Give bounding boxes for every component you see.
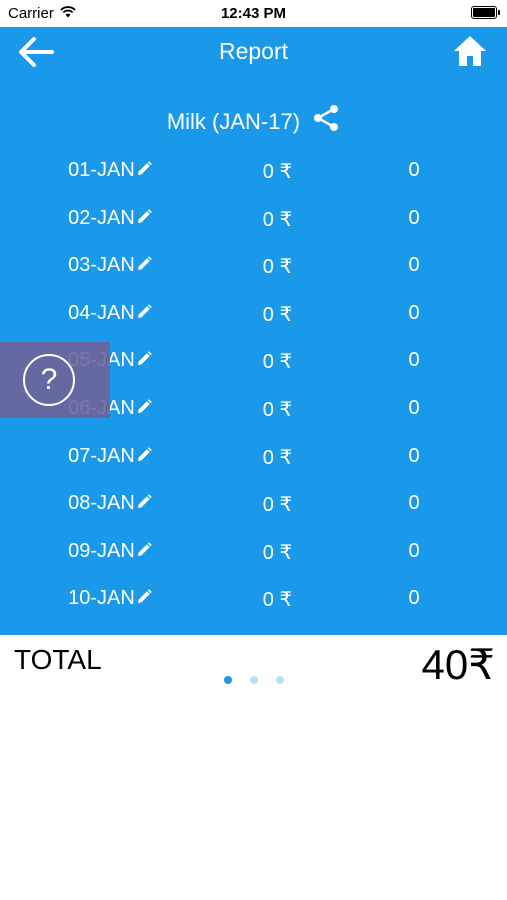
row-quantity: 0 — [408, 587, 420, 610]
row-date: 07-JAN — [68, 444, 135, 467]
edit-pencil-icon[interactable] — [136, 588, 152, 611]
report-heading: Milk (JAN-17) — [166, 109, 301, 134]
row-quantity: 0 — [408, 349, 420, 372]
total-label: TOTAL — [14, 644, 102, 675]
row-date-cell: 01-JAN — [0, 159, 220, 183]
row-date-cell: 10-JAN — [0, 587, 220, 611]
row-amount: 0 ₹ — [262, 589, 293, 612]
battery-icon — [471, 6, 500, 19]
row-quantity: 0 — [408, 539, 420, 562]
row-date: 01-JAN — [68, 159, 135, 181]
row-amount: 0 ₹ — [262, 256, 293, 279]
home-icon[interactable] — [453, 34, 487, 68]
row-quantity: 0 — [408, 444, 420, 467]
report-heading-row: Milk (JAN-17) — [0, 104, 507, 138]
share-icon[interactable] — [312, 104, 340, 138]
table-row: 03-JAN 0 ₹ 0 — [0, 242, 507, 290]
page-title: Report — [218, 38, 289, 64]
row-amount: 0 ₹ — [262, 303, 293, 326]
help-icon: ? — [23, 354, 75, 406]
table-row: 02-JAN 0 ₹ 0 — [0, 195, 507, 243]
row-date-cell: 08-JAN — [0, 492, 220, 516]
table-row: 04-JAN 0 ₹ 0 — [0, 290, 507, 338]
row-quantity: 0 — [408, 492, 420, 515]
page-dot[interactable] — [276, 676, 284, 684]
row-date-cell: 04-JAN — [0, 302, 220, 326]
table-row: 09-JAN 0 ₹ 0 — [0, 528, 507, 576]
row-amount: 0 ₹ — [262, 541, 293, 564]
edit-pencil-icon[interactable] — [136, 398, 152, 421]
row-quantity: 0 — [408, 396, 420, 419]
row-amount: 0 ₹ — [262, 161, 293, 183]
navigation-bar: Report — [0, 27, 507, 77]
edit-pencil-icon[interactable] — [136, 541, 152, 564]
row-quantity: 0 — [408, 301, 420, 324]
table-row: 10-JAN 0 ₹ 0 — [0, 575, 507, 623]
status-bar: Carrier 12:43 PM — [0, 0, 507, 27]
edit-pencil-icon[interactable] — [136, 160, 152, 183]
report-panel: Report Milk (JAN-17) 01-JAN 0 ₹ 0 02-JAN 0 ₹… — [0, 27, 507, 635]
table-row: 01-JAN 0 ₹ 0 — [0, 147, 507, 195]
edit-pencil-icon[interactable] — [136, 446, 152, 469]
row-quantity: 0 — [408, 254, 420, 277]
row-date: 09-JAN — [68, 539, 135, 562]
row-date: 08-JAN — [68, 492, 135, 515]
row-date: 03-JAN — [68, 254, 135, 277]
table-row: 07-JAN 0 ₹ 0 — [0, 433, 507, 481]
table-row: 08-JAN 0 ₹ 0 — [0, 480, 507, 528]
edit-pencil-icon[interactable] — [136, 350, 152, 373]
row-quantity: 0 — [408, 159, 420, 181]
page-indicator — [0, 676, 507, 686]
row-amount: 0 ₹ — [262, 208, 293, 231]
row-quantity: 0 — [408, 206, 420, 229]
row-date-cell: 03-JAN — [0, 254, 220, 278]
status-time: 12:43 PM — [220, 5, 287, 22]
row-date-cell: 07-JAN — [0, 445, 220, 469]
row-date: 02-JAN — [68, 206, 135, 229]
edit-pencil-icon[interactable] — [136, 208, 152, 231]
row-amount: 0 ₹ — [262, 446, 293, 469]
row-date-cell: 09-JAN — [0, 540, 220, 564]
help-button[interactable]: ? — [0, 342, 110, 418]
row-amount: 0 ₹ — [262, 494, 293, 517]
page-dot[interactable] — [250, 676, 258, 684]
row-date-cell: 02-JAN — [0, 207, 220, 231]
page-dot[interactable] — [224, 676, 232, 684]
row-amount: 0 ₹ — [262, 398, 293, 421]
edit-pencil-icon[interactable] — [136, 303, 152, 326]
row-date: 10-JAN — [68, 587, 135, 610]
row-amount: 0 ₹ — [262, 351, 293, 374]
edit-pencil-icon[interactable] — [136, 493, 152, 516]
row-date: 04-JAN — [68, 301, 135, 324]
edit-pencil-icon[interactable] — [136, 255, 152, 278]
